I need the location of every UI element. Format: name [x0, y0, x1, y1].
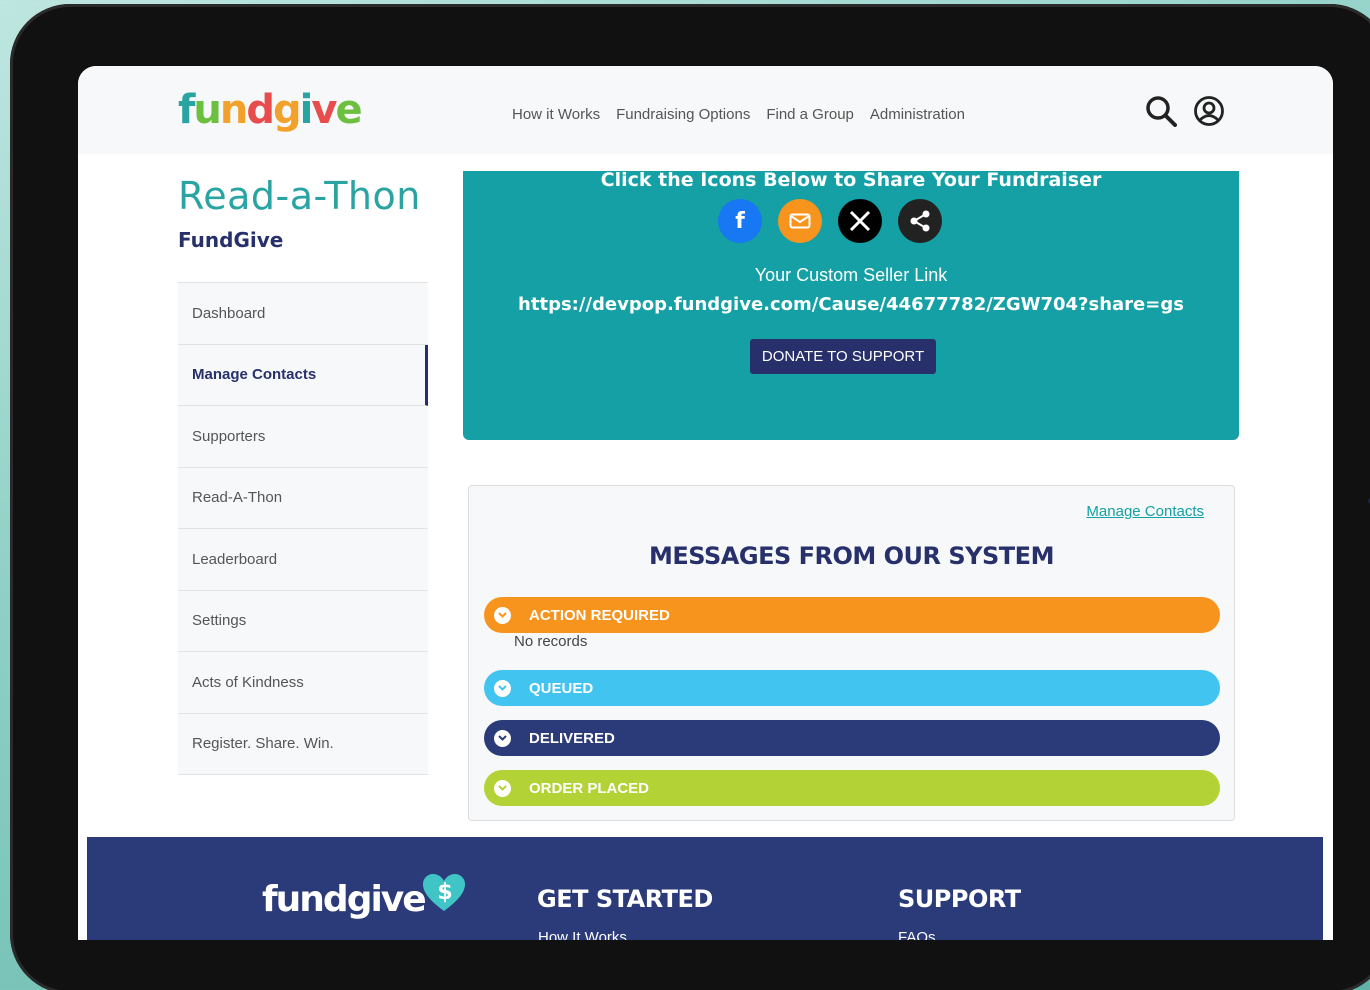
seller-link[interactable]: https://devpop.fundgive.com/Cause/446777…	[463, 294, 1239, 315]
nav-find-a-group[interactable]: Find a Group	[766, 106, 854, 123]
site-header: fundgive How it Works Fundraising Option…	[78, 66, 1333, 154]
support-heading: SUPPORT	[898, 885, 1021, 913]
bar-label: ORDER PLACED	[529, 779, 650, 797]
site-footer: fundgive $ GET STARTED How It Works SUPP…	[87, 837, 1323, 940]
get-started-heading: GET STARTED	[537, 885, 713, 913]
screen: fundgive How it Works Fundraising Option…	[78, 66, 1333, 940]
heart-dollar-icon: $	[422, 873, 465, 911]
no-records-text: No records	[514, 633, 588, 650]
sidebar-item-leaderboard[interactable]: Leaderboard	[178, 529, 428, 591]
share-heading: Click the Icons Below to Share Your Fund…	[600, 169, 1102, 191]
chevron-down-icon	[494, 679, 511, 697]
share-icon[interactable]	[898, 199, 942, 243]
nav-how-it-works[interactable]: How it Works	[512, 106, 600, 123]
sidebar-item-acts-of-kindness[interactable]: Acts of Kindness	[178, 652, 428, 714]
nav-administration[interactable]: Administration	[870, 106, 965, 123]
chevron-down-icon	[494, 606, 511, 624]
sidebar-item-dashboard[interactable]: Dashboard	[178, 283, 428, 345]
nav-fundraising-options[interactable]: Fundraising Options	[616, 106, 750, 123]
manage-contacts-link[interactable]: Manage Contacts	[1086, 503, 1204, 520]
svg-text:$: $	[437, 880, 451, 905]
chevron-down-icon	[494, 779, 511, 797]
logo-letter: f	[178, 87, 195, 133]
page-title: Read-a-Thon	[178, 174, 421, 218]
delivered-bar[interactable]: DELIVERED	[484, 720, 1220, 756]
sidebar-item-manage-contacts[interactable]: Manage Contacts	[178, 344, 428, 406]
bar-label: QUEUED	[529, 679, 594, 697]
queued-bar[interactable]: QUEUED	[484, 670, 1220, 706]
x-icon[interactable]	[838, 199, 882, 243]
logo-letter: g	[273, 87, 302, 133]
chevron-down-icon	[494, 729, 511, 747]
tablet-frame: fundgive How it Works Fundraising Option…	[10, 4, 1370, 990]
sidebar-item-settings[interactable]: Settings	[178, 590, 428, 652]
search-icon[interactable]	[1144, 94, 1178, 128]
org-name: FundGive	[178, 228, 284, 252]
main-nav: How it Works Fundraising Options Find a …	[512, 106, 965, 123]
logo-letter: u	[193, 87, 222, 133]
header-icons	[1144, 94, 1226, 128]
seller-link-label: Your Custom Seller Link	[754, 265, 948, 285]
logo-letter: i	[299, 87, 314, 133]
logo-letter: v	[311, 87, 337, 133]
donate-button[interactable]: DONATE TO SUPPORT	[749, 339, 937, 374]
footer-logo[interactable]: fundgive $	[262, 873, 467, 920]
email-icon[interactable]	[778, 199, 822, 243]
logo-letter: n	[219, 87, 249, 133]
fundgive-logo[interactable]: fundgive	[178, 84, 363, 136]
bar-label: DELIVERED	[529, 729, 615, 747]
logo-letter: e	[335, 87, 362, 133]
sidebar-menu: Dashboard Manage Contacts Supporters Rea…	[178, 282, 428, 775]
share-icons: f	[421, 199, 1239, 243]
messages-panel: Manage Contacts MESSAGES FROM OUR SYSTEM…	[468, 485, 1235, 821]
sidebar-item-supporters[interactable]: Supporters	[178, 406, 428, 468]
footer-logo-text: fundgive	[262, 879, 427, 920]
messages-heading: MESSAGES FROM OUR SYSTEM	[649, 542, 1054, 570]
order-placed-bar[interactable]: ORDER PLACED	[484, 770, 1220, 806]
bar-label: ACTION REQUIRED	[529, 606, 670, 624]
sidebar-item-register-share-win[interactable]: Register. Share. Win.	[178, 713, 428, 775]
action-required-bar[interactable]: ACTION REQUIRED	[484, 597, 1220, 633]
share-panel: Click the Icons Below to Share Your Fund…	[463, 171, 1239, 440]
facebook-icon[interactable]: f	[718, 199, 762, 243]
sidebar-item-read-a-thon[interactable]: Read-A-Thon	[178, 467, 428, 529]
footer-how-it-works-link[interactable]: How It Works	[538, 929, 627, 940]
account-icon[interactable]	[1192, 94, 1226, 128]
footer-faqs-link[interactable]: FAQs	[898, 929, 936, 940]
logo-letter: d	[246, 87, 275, 133]
